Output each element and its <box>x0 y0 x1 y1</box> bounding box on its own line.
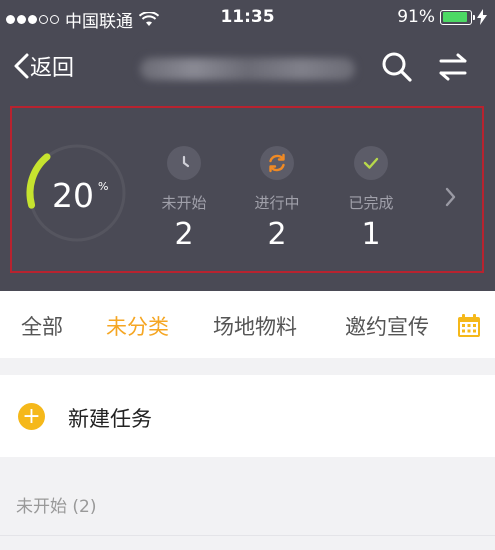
charging-bolt-icon <box>477 9 487 25</box>
stat-label: 已完成 <box>348 194 394 212</box>
status-right: 91% <box>397 7 487 27</box>
tab-invitation-promotion[interactable]: 邀约宣传 <box>345 311 429 341</box>
battery-icon <box>440 9 475 25</box>
tab-venue-materials[interactable]: 场地物料 <box>213 311 297 341</box>
check-icon <box>354 146 388 180</box>
stat-label: 未开始 <box>161 194 207 212</box>
clock-icon <box>167 146 201 180</box>
tab-uncategorized[interactable]: 未分类 <box>106 311 169 341</box>
calendar-icon[interactable] <box>456 313 482 339</box>
status-bar: 中国联通 11:35 91% <box>0 0 495 36</box>
back-button[interactable]: 返回 <box>12 50 74 82</box>
nav-bar: 返回 <box>0 36 495 98</box>
chevron-right-icon[interactable] <box>440 186 460 208</box>
search-icon[interactable] <box>380 50 414 84</box>
stat-value: 2 <box>174 217 194 252</box>
progress-percent: 20 <box>52 176 94 215</box>
stat-value: 2 <box>267 217 287 252</box>
chevron-left-icon <box>14 53 29 79</box>
plus-icon: + <box>18 403 45 430</box>
refresh-icon <box>260 146 294 180</box>
progress-percent-sign: % <box>98 180 109 193</box>
category-tabs: 全部 未分类 场地物料 邀约宣传 <box>0 291 495 358</box>
section-header-not-started: 未开始 (2) <box>16 497 97 517</box>
new-task-button[interactable]: + 新建任务 <box>0 375 495 457</box>
stat-in-progress[interactable]: 进行中 2 <box>237 146 317 252</box>
stat-not-started[interactable]: 未开始 2 <box>144 146 224 252</box>
divider <box>0 535 495 536</box>
stat-completed[interactable]: 已完成 1 <box>331 146 411 252</box>
stat-label: 进行中 <box>254 194 300 212</box>
back-label: 返回 <box>30 56 75 81</box>
progress-summary-panel: 20 % 未开始 2 进行中 2 已完成 1 <box>0 98 495 291</box>
tab-all[interactable]: 全部 <box>21 311 63 341</box>
battery-percent: 91% <box>397 7 435 27</box>
switch-arrows-icon[interactable] <box>436 50 470 84</box>
new-task-label: 新建任务 <box>68 407 152 431</box>
stat-value: 1 <box>361 217 381 252</box>
blurred-title <box>140 58 355 80</box>
